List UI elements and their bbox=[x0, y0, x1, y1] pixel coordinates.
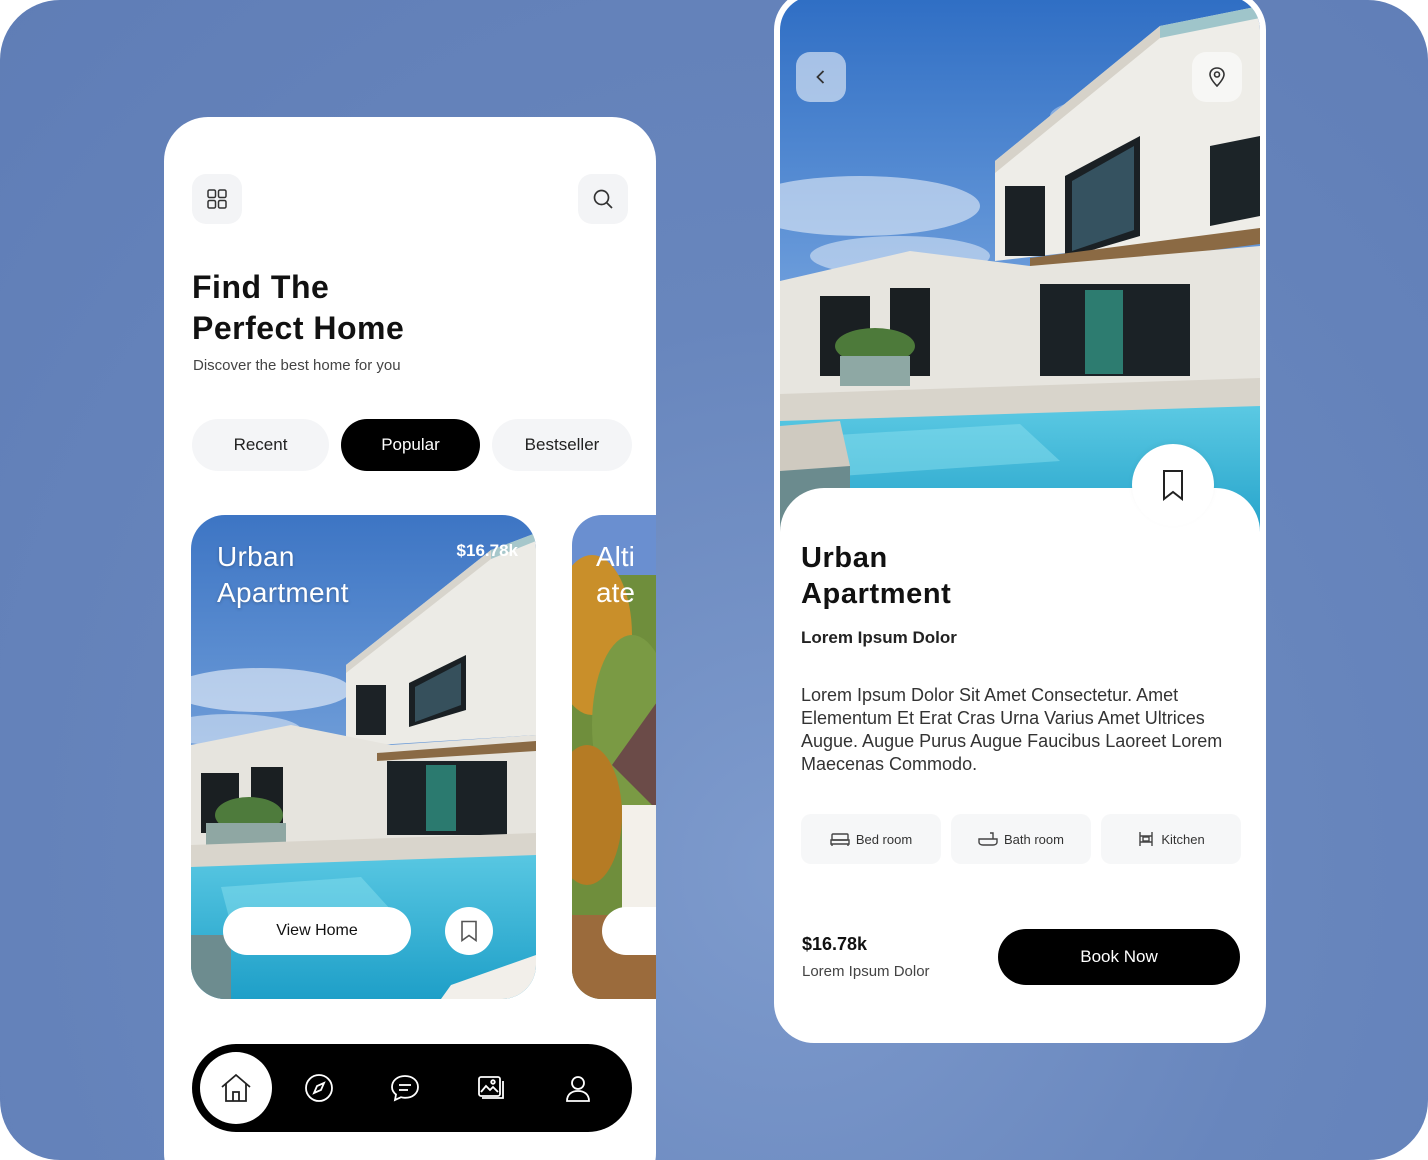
feature-list: Bed room Bath room Kitchen bbox=[801, 814, 1241, 864]
nav-explore[interactable] bbox=[299, 1068, 339, 1108]
location-pin-icon bbox=[1209, 67, 1225, 88]
home-screen: Find The Perfect Home Discover the best … bbox=[164, 117, 656, 1160]
tab-recent[interactable]: Recent bbox=[192, 419, 329, 471]
background-canvas: Find The Perfect Home Discover the best … bbox=[0, 0, 1428, 1160]
card-title-line2: Apartment bbox=[217, 577, 349, 608]
bookmark-icon bbox=[461, 920, 477, 942]
location-button[interactable] bbox=[1192, 52, 1242, 102]
back-button[interactable] bbox=[796, 52, 846, 102]
grid-icon bbox=[207, 189, 227, 209]
profile-icon bbox=[566, 1076, 590, 1102]
search-button[interactable] bbox=[578, 174, 628, 224]
card-secondary-button[interactable] bbox=[602, 907, 656, 955]
tab-bestseller[interactable]: Bestseller bbox=[492, 419, 632, 471]
nav-gallery[interactable] bbox=[471, 1068, 511, 1108]
property-title: Urban Apartment bbox=[801, 540, 951, 612]
page-subtitle: Discover the best home for you bbox=[193, 357, 401, 374]
save-bookmark-button[interactable] bbox=[1132, 444, 1214, 526]
bathtub-icon bbox=[978, 832, 998, 846]
nav-home[interactable] bbox=[200, 1052, 272, 1124]
property-description: Lorem Ipsum Dolor Sit Amet Consectetur. … bbox=[801, 685, 1223, 774]
feature-kitchen[interactable]: Kitchen bbox=[1101, 814, 1241, 864]
card-secondary-title-line1: Alti bbox=[596, 541, 635, 572]
feature-bathroom-label: Bath room bbox=[1004, 831, 1064, 847]
chevron-left-icon bbox=[816, 70, 825, 84]
card-title: Urban Apartment bbox=[217, 539, 349, 611]
bed-icon bbox=[830, 833, 850, 846]
card-secondary-title: Alti ate bbox=[596, 539, 635, 611]
property-card[interactable]: Urban Apartment $16.78k View Home bbox=[191, 515, 536, 999]
card-title-line1: Urban bbox=[217, 541, 295, 572]
menu-grid-button[interactable] bbox=[192, 174, 242, 224]
filter-tabs: Recent Popular Bestseller bbox=[192, 419, 632, 471]
nav-profile[interactable] bbox=[558, 1068, 598, 1108]
gallery-icon bbox=[478, 1076, 504, 1099]
property-title-line1: Urban bbox=[801, 542, 888, 574]
price-caption: Lorem Ipsum Dolor bbox=[802, 963, 930, 980]
property-title-line2: Apartment bbox=[801, 578, 952, 610]
card-secondary-title-line2: ate bbox=[596, 577, 635, 608]
page-title-line2: Perfect Home bbox=[192, 310, 405, 346]
page-title-line1: Find The bbox=[192, 269, 330, 305]
feature-kitchen-label: Kitchen bbox=[1161, 831, 1205, 847]
property-price: $16.78k bbox=[802, 934, 868, 954]
nav-messages[interactable] bbox=[385, 1068, 425, 1108]
kitchen-icon bbox=[1139, 832, 1154, 846]
view-home-button[interactable]: View Home bbox=[223, 907, 411, 955]
property-card-secondary[interactable]: Alti ate bbox=[572, 515, 656, 999]
property-subtitle: Lorem Ipsum Dolor bbox=[801, 628, 957, 647]
feature-bathroom[interactable]: Bath room bbox=[951, 814, 1091, 864]
card-bookmark-button[interactable] bbox=[445, 907, 493, 955]
chat-icon bbox=[391, 1075, 419, 1102]
search-icon bbox=[593, 189, 613, 209]
detail-screen: Urban Apartment Lorem Ipsum Dolor Lorem … bbox=[774, 0, 1266, 1043]
bottom-navigation bbox=[192, 1044, 632, 1132]
tab-popular[interactable]: Popular bbox=[341, 419, 480, 471]
page-title: Find The Perfect Home bbox=[192, 267, 404, 349]
compass-icon bbox=[305, 1074, 333, 1102]
book-now-button[interactable]: Book Now bbox=[998, 929, 1240, 985]
home-icon bbox=[221, 1073, 251, 1102]
bookmark-icon bbox=[1163, 470, 1183, 501]
feature-bedroom[interactable]: Bed room bbox=[801, 814, 941, 864]
card-price: $16.78k bbox=[456, 541, 518, 560]
feature-bedroom-label: Bed room bbox=[855, 831, 913, 847]
